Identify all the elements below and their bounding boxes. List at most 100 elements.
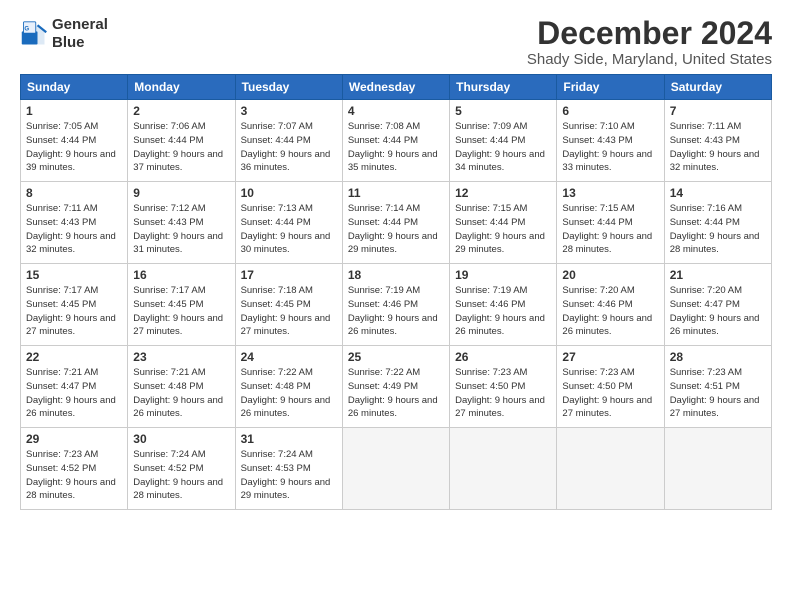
day-number: 7 — [670, 104, 766, 118]
calendar-cell: 3 Sunrise: 7:07 AMSunset: 4:44 PMDaylight… — [235, 100, 342, 182]
calendar-cell: 17Sunrise: 7:18 AMSunset: 4:45 PMDayligh… — [235, 264, 342, 346]
day-number: 27 — [562, 350, 658, 364]
calendar-cell: 25 Sunrise: 7:22 AMSunset: 4:49 PMDayligh… — [342, 346, 449, 428]
calendar-cell: 30Sunrise: 7:24 AMSunset: 4:52 PMDayligh… — [128, 428, 235, 510]
calendar-cell: 26Sunrise: 7:23 AMSunset: 4:50 PMDayligh… — [450, 346, 557, 428]
header-day-tuesday: Tuesday — [235, 75, 342, 100]
day-info: Sunrise: 7:11 AMSunset: 4:43 PMDaylight:… — [670, 120, 766, 175]
day-number: 10 — [241, 186, 337, 200]
day-info: Sunrise: 7:13 AMSunset: 4:44 PMDaylight:… — [241, 202, 337, 257]
calendar-cell: 18 Sunrise: 7:19 AMSunset: 4:46 PMDayligh… — [342, 264, 449, 346]
day-number: 5 — [455, 104, 551, 118]
logo-icon: G — [20, 20, 48, 48]
day-number: 9 — [133, 186, 229, 200]
calendar-cell: 16 Sunrise: 7:17 AMSunset: 4:45 PMDayligh… — [128, 264, 235, 346]
logo: G General Blue — [20, 16, 108, 52]
day-number: 14 — [670, 186, 766, 200]
day-info: Sunrise: 7:11 AMSunset: 4:43 PMDaylight:… — [26, 202, 122, 257]
header: G General Blue December 2024 Shady Side,… — [20, 16, 772, 68]
calendar-cell: 15 Sunrise: 7:17 AMSunset: 4:45 PMDayligh… — [21, 264, 128, 346]
day-info: Sunrise: 7:22 AMSunset: 4:48 PMDaylight:… — [241, 366, 337, 421]
calendar-cell: 31 Sunrise: 7:24 AMSunset: 4:53 PMDayligh… — [235, 428, 342, 510]
day-info: Sunrise: 7:07 AMSunset: 4:44 PMDaylight:… — [241, 120, 337, 175]
day-number: 19 — [455, 268, 551, 282]
day-number: 26 — [455, 350, 551, 364]
calendar-cell — [450, 428, 557, 510]
day-info: Sunrise: 7:21 AMSunset: 4:48 PMDaylight:… — [133, 366, 229, 421]
day-number: 3 — [241, 104, 337, 118]
calendar-cell: 8 Sunrise: 7:11 AMSunset: 4:43 PMDaylight… — [21, 182, 128, 264]
calendar-cell: 14 Sunrise: 7:16 AMSunset: 4:44 PMDayligh… — [664, 182, 771, 264]
calendar-cell: 20 Sunrise: 7:20 AMSunset: 4:46 PMDayligh… — [557, 264, 664, 346]
header-day-friday: Friday — [557, 75, 664, 100]
day-info: Sunrise: 7:24 AMSunset: 4:53 PMDaylight:… — [241, 448, 337, 503]
calendar-cell: 2Sunrise: 7:06 AMSunset: 4:44 PMDaylight… — [128, 100, 235, 182]
calendar-cell: 21 Sunrise: 7:20 AMSunset: 4:47 PMDayligh… — [664, 264, 771, 346]
calendar-cell — [342, 428, 449, 510]
day-number: 22 — [26, 350, 122, 364]
day-info: Sunrise: 7:15 AMSunset: 4:44 PMDaylight:… — [455, 202, 551, 257]
calendar-container: G General Blue December 2024 Shady Side,… — [0, 0, 792, 520]
calendar-title: December 2024 — [527, 16, 772, 51]
day-info: Sunrise: 7:22 AMSunset: 4:49 PMDaylight:… — [348, 366, 444, 421]
day-number: 16 — [133, 268, 229, 282]
day-info: Sunrise: 7:10 AMSunset: 4:43 PMDaylight:… — [562, 120, 658, 175]
day-info: Sunrise: 7:16 AMSunset: 4:44 PMDaylight:… — [670, 202, 766, 257]
day-number: 25 — [348, 350, 444, 364]
day-info: Sunrise: 7:23 AMSunset: 4:52 PMDaylight:… — [26, 448, 122, 503]
day-info: Sunrise: 7:23 AMSunset: 4:50 PMDaylight:… — [562, 366, 658, 421]
calendar-table: SundayMondayTuesdayWednesdayThursdayFrid… — [20, 74, 772, 510]
week-row-2: 15 Sunrise: 7:17 AMSunset: 4:45 PMDayligh… — [21, 264, 772, 346]
svg-text:G: G — [24, 26, 29, 33]
day-number: 23 — [133, 350, 229, 364]
calendar-cell: 6 Sunrise: 7:10 AMSunset: 4:43 PMDaylight… — [557, 100, 664, 182]
calendar-cell: 19 Sunrise: 7:19 AMSunset: 4:46 PMDayligh… — [450, 264, 557, 346]
day-info: Sunrise: 7:14 AMSunset: 4:44 PMDaylight:… — [348, 202, 444, 257]
day-number: 21 — [670, 268, 766, 282]
calendar-cell — [664, 428, 771, 510]
header-day-saturday: Saturday — [664, 75, 771, 100]
title-block: December 2024 Shady Side, Maryland, Unit… — [527, 16, 772, 68]
calendar-cell — [557, 428, 664, 510]
calendar-cell: 11 Sunrise: 7:14 AMSunset: 4:44 PMDayligh… — [342, 182, 449, 264]
header-day-thursday: Thursday — [450, 75, 557, 100]
calendar-cell: 28Sunrise: 7:23 AMSunset: 4:51 PMDayligh… — [664, 346, 771, 428]
calendar-cell: 23 Sunrise: 7:21 AMSunset: 4:48 PMDayligh… — [128, 346, 235, 428]
day-info: Sunrise: 7:20 AMSunset: 4:46 PMDaylight:… — [562, 284, 658, 339]
day-number: 20 — [562, 268, 658, 282]
week-row-3: 22 Sunrise: 7:21 AMSunset: 4:47 PMDayligh… — [21, 346, 772, 428]
day-info: Sunrise: 7:23 AMSunset: 4:51 PMDaylight:… — [670, 366, 766, 421]
day-info: Sunrise: 7:21 AMSunset: 4:47 PMDaylight:… — [26, 366, 122, 421]
day-number: 29 — [26, 432, 122, 446]
day-info: Sunrise: 7:17 AMSunset: 4:45 PMDaylight:… — [133, 284, 229, 339]
calendar-subtitle: Shady Side, Maryland, United States — [527, 51, 772, 68]
header-day-sunday: Sunday — [21, 75, 128, 100]
day-number: 8 — [26, 186, 122, 200]
day-number: 18 — [348, 268, 444, 282]
calendar-cell: 12Sunrise: 7:15 AMSunset: 4:44 PMDayligh… — [450, 182, 557, 264]
calendar-cell: 1Sunrise: 7:05 AMSunset: 4:44 PMDaylight… — [21, 100, 128, 182]
day-number: 15 — [26, 268, 122, 282]
calendar-cell: 29 Sunrise: 7:23 AMSunset: 4:52 PMDayligh… — [21, 428, 128, 510]
header-day-wednesday: Wednesday — [342, 75, 449, 100]
day-info: Sunrise: 7:20 AMSunset: 4:47 PMDaylight:… — [670, 284, 766, 339]
day-info: Sunrise: 7:18 AMSunset: 4:45 PMDaylight:… — [241, 284, 337, 339]
day-info: Sunrise: 7:15 AMSunset: 4:44 PMDaylight:… — [562, 202, 658, 257]
calendar-cell: 4Sunrise: 7:08 AMSunset: 4:44 PMDaylight… — [342, 100, 449, 182]
header-day-monday: Monday — [128, 75, 235, 100]
day-info: Sunrise: 7:19 AMSunset: 4:46 PMDaylight:… — [455, 284, 551, 339]
day-number: 24 — [241, 350, 337, 364]
logo-text: General Blue — [52, 16, 108, 52]
day-number: 1 — [26, 104, 122, 118]
week-row-1: 8 Sunrise: 7:11 AMSunset: 4:43 PMDaylight… — [21, 182, 772, 264]
day-number: 6 — [562, 104, 658, 118]
day-info: Sunrise: 7:19 AMSunset: 4:46 PMDaylight:… — [348, 284, 444, 339]
calendar-cell: 7 Sunrise: 7:11 AMSunset: 4:43 PMDaylight… — [664, 100, 771, 182]
week-row-0: 1Sunrise: 7:05 AMSunset: 4:44 PMDaylight… — [21, 100, 772, 182]
day-info: Sunrise: 7:09 AMSunset: 4:44 PMDaylight:… — [455, 120, 551, 175]
day-info: Sunrise: 7:12 AMSunset: 4:43 PMDaylight:… — [133, 202, 229, 257]
day-number: 31 — [241, 432, 337, 446]
day-info: Sunrise: 7:06 AMSunset: 4:44 PMDaylight:… — [133, 120, 229, 175]
day-info: Sunrise: 7:17 AMSunset: 4:45 PMDaylight:… — [26, 284, 122, 339]
day-number: 11 — [348, 186, 444, 200]
